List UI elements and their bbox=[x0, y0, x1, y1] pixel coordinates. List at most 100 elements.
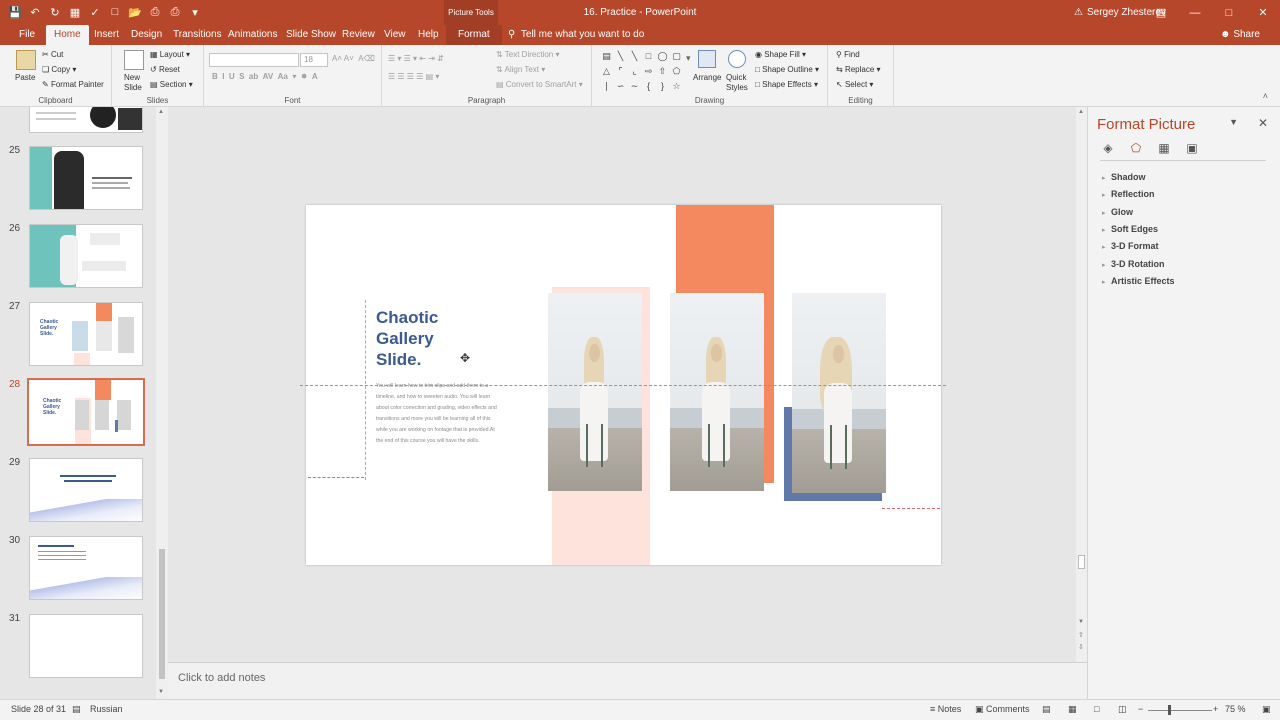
scroll-down-icon[interactable]: ▼ bbox=[158, 689, 164, 695]
list-buttons[interactable]: ☰ ▾ ☰ ▾ ⇤ ⇥ ⇵ bbox=[388, 54, 444, 63]
copy-button[interactable]: ❏ Copy ▾ bbox=[42, 65, 76, 74]
notes-toggle[interactable]: ≡ Notes bbox=[930, 704, 961, 714]
comments-toggle[interactable]: ▣ Comments bbox=[975, 704, 1030, 715]
star-shape-icon[interactable]: ☆ bbox=[670, 79, 683, 93]
brace-shape-icon[interactable]: ∣ bbox=[600, 79, 613, 93]
tab-transitions[interactable]: Transitions bbox=[173, 25, 222, 45]
collapse-ribbon-icon[interactable]: ˄ bbox=[1263, 91, 1268, 101]
slide-body-text[interactable]: You will learn how to trim clips and add… bbox=[376, 381, 502, 447]
ribbon-display-options-icon[interactable]: ▤ bbox=[1144, 0, 1178, 25]
tab-help[interactable]: Help bbox=[418, 25, 439, 45]
shape-effects-button[interactable]: □ Shape Effects ▾ bbox=[755, 80, 818, 89]
redo-icon[interactable]: ↻ bbox=[48, 4, 62, 20]
elbow-shape-icon[interactable]: ⌞ bbox=[628, 64, 641, 78]
scroll-up-icon[interactable]: ▲ bbox=[1078, 109, 1084, 115]
shapes-gallery[interactable]: ▤ ╲ ╲ □ ◯ ▢ △ ⌜ ⌞ ⇨ ⇧ ⬠ ∣ ∽ ∼{} ☆ bbox=[600, 49, 684, 93]
maximize-icon[interactable]: □ bbox=[1212, 0, 1246, 25]
effects-icon[interactable]: ⬠ bbox=[1128, 140, 1144, 156]
new-slide-icon[interactable] bbox=[124, 50, 144, 70]
quick-styles-icon[interactable] bbox=[728, 50, 746, 68]
tab-review[interactable]: Review bbox=[342, 25, 375, 45]
notes-placeholder[interactable]: Click to add notes bbox=[178, 672, 265, 684]
tab-home[interactable]: Home bbox=[46, 25, 89, 45]
fit-to-window-icon[interactable]: ▣ bbox=[1262, 704, 1271, 715]
font-name-field[interactable] bbox=[209, 53, 299, 67]
replace-button[interactable]: ⇆ Replace ▾ bbox=[836, 65, 881, 74]
scroll-thumb[interactable] bbox=[159, 549, 165, 679]
layout-button[interactable]: ▦ Layout ▾ bbox=[150, 50, 190, 59]
font-size-field[interactable]: 18 bbox=[300, 53, 328, 67]
align-text-button[interactable]: ⇅ Align Text ▾ bbox=[496, 65, 545, 74]
shapes-more-icon[interactable]: ▾ bbox=[686, 53, 691, 64]
section-shadow[interactable]: ▸ Shadow bbox=[1102, 172, 1146, 182]
notes-pane[interactable]: Click to add notes bbox=[168, 662, 1087, 699]
new-icon[interactable]: □ bbox=[108, 4, 122, 20]
paste-icon[interactable] bbox=[16, 50, 36, 70]
slide-thumbnail-active[interactable]: Chaotic Gallery Slide. bbox=[27, 378, 145, 446]
find-button[interactable]: ⚲ Find bbox=[836, 50, 860, 59]
spellcheck-icon[interactable]: ▤ bbox=[72, 704, 81, 715]
section-glow[interactable]: ▸ Glow bbox=[1102, 207, 1133, 217]
font-style-buttons[interactable]: B I U S ab AV Aa ▾ ✸ A bbox=[212, 72, 318, 81]
scroll-up-icon[interactable]: ▲ bbox=[158, 109, 164, 115]
zoom-level[interactable]: 75 % bbox=[1225, 704, 1246, 714]
arrange-icon[interactable] bbox=[698, 50, 716, 68]
slide-thumbnail[interactable] bbox=[29, 458, 143, 522]
canvas-scrollbar[interactable]: ▲ ▼ ⇧ ⇩ bbox=[1076, 107, 1087, 662]
fill-line-icon[interactable]: ◈ bbox=[1100, 140, 1116, 156]
brace-shape-icon[interactable]: { bbox=[642, 79, 655, 93]
quick-styles-label[interactable]: Quick Styles bbox=[726, 73, 752, 93]
slideshow-view-icon[interactable]: ◫ bbox=[1118, 704, 1127, 715]
section-soft-edges[interactable]: ▸ Soft Edges bbox=[1102, 224, 1158, 234]
section-3d-format[interactable]: ▸ 3-D Format bbox=[1102, 241, 1159, 251]
textbox-shape-icon[interactable]: ▤ bbox=[600, 49, 613, 63]
tab-insert[interactable]: Insert bbox=[94, 25, 119, 45]
slide-thumbnail[interactable] bbox=[29, 224, 143, 288]
zoom-in-icon[interactable]: + bbox=[1213, 704, 1218, 714]
line-shape-icon[interactable]: ╲ bbox=[628, 49, 641, 63]
oval-shape-icon[interactable]: ◯ bbox=[656, 49, 669, 63]
tab-view[interactable]: View bbox=[384, 25, 406, 45]
rect-shape-icon[interactable]: □ bbox=[642, 49, 655, 63]
shape-outline-button[interactable]: □ Shape Outline ▾ bbox=[755, 65, 819, 74]
photo-2[interactable] bbox=[670, 293, 764, 491]
reset-button[interactable]: ↺ Reset bbox=[150, 65, 180, 74]
curve-shape-icon[interactable]: ∼ bbox=[628, 79, 641, 93]
select-button[interactable]: ↖ Select ▾ bbox=[836, 80, 873, 89]
paste-label[interactable]: Paste bbox=[15, 73, 35, 82]
minimize-icon[interactable]: — bbox=[1178, 0, 1212, 25]
slide-title[interactable]: Chaotic Gallery Slide. bbox=[376, 307, 438, 370]
undo-icon[interactable]: ↶ bbox=[28, 4, 42, 20]
section-reflection[interactable]: ▸ Reflection bbox=[1102, 189, 1155, 199]
slide-thumbnail[interactable] bbox=[29, 107, 143, 133]
text-direction-button[interactable]: ⇅ Text Direction ▾ bbox=[496, 50, 560, 59]
slide-thumbnail[interactable] bbox=[29, 536, 143, 600]
pane-options-icon[interactable]: ▼ bbox=[1229, 117, 1238, 127]
curve-shape-icon[interactable]: ∽ bbox=[614, 79, 627, 93]
save-icon[interactable]: 💾 bbox=[8, 4, 22, 20]
reading-view-icon[interactable]: □ bbox=[1094, 704, 1099, 714]
open-icon[interactable]: 📂 bbox=[128, 4, 142, 20]
size-properties-icon[interactable]: ▦ bbox=[1156, 140, 1172, 156]
share-button[interactable]: ☻ Share bbox=[1220, 25, 1260, 45]
elbow-shape-icon[interactable]: ⌜ bbox=[614, 64, 627, 78]
tab-slide-show[interactable]: Slide Show bbox=[286, 25, 336, 45]
line-shape-icon[interactable]: ╲ bbox=[614, 49, 627, 63]
arrow-shape-icon[interactable]: ⇨ bbox=[642, 64, 655, 78]
arrow-shape-icon[interactable]: ⇧ bbox=[656, 64, 669, 78]
scroll-thumb[interactable] bbox=[1078, 555, 1085, 569]
align-buttons[interactable]: ☰ ☰ ☰ ☰ ▤ ▾ bbox=[388, 72, 439, 81]
font-grow-shrink-icon[interactable]: A˄ A˅ A⌫ bbox=[332, 54, 375, 63]
arrange-label[interactable]: Arrange bbox=[693, 73, 721, 82]
pane-close-icon[interactable]: ✕ bbox=[1258, 116, 1268, 130]
zoom-slider[interactable] bbox=[1148, 710, 1212, 711]
slide-sorter-icon[interactable]: ▦ bbox=[1068, 704, 1077, 715]
tab-format[interactable]: Format bbox=[446, 25, 502, 45]
convert-smartart-button[interactable]: ▤ Convert to SmartArt ▾ bbox=[496, 80, 583, 89]
close-icon[interactable]: ✕ bbox=[1246, 0, 1280, 25]
normal-view-icon[interactable]: ▤ bbox=[1042, 704, 1051, 715]
shape-fill-button[interactable]: ◉ Shape Fill ▾ bbox=[755, 50, 806, 59]
photo-1[interactable] bbox=[548, 293, 642, 491]
thumbnail-scrollbar[interactable]: ▲ ▼ bbox=[156, 107, 168, 699]
slide-thumbnail-panel[interactable]: 25 26 27 Chaotic Gallery Slide. 28 Chaot… bbox=[0, 107, 168, 699]
